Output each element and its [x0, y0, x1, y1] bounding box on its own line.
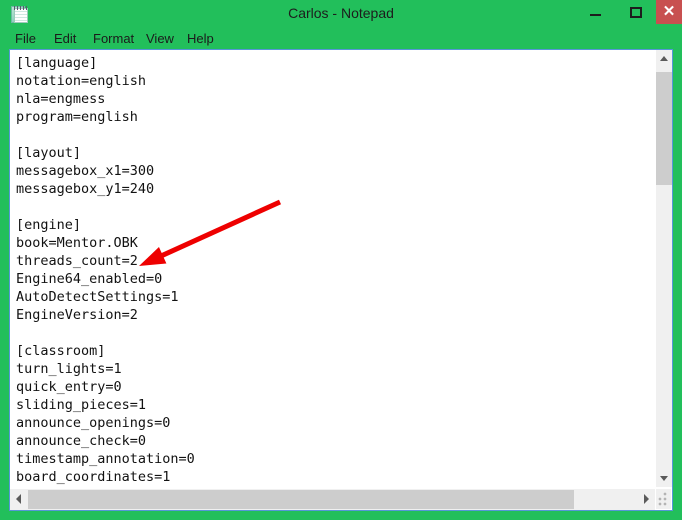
vertical-scroll-thumb[interactable]	[656, 72, 672, 185]
notepad-icon	[11, 4, 29, 23]
maximize-button[interactable]	[616, 0, 656, 24]
minimize-icon	[590, 14, 601, 16]
scroll-up-button[interactable]	[656, 50, 672, 67]
menu-item-edit[interactable]: Edit	[54, 28, 76, 49]
close-icon: ✕	[662, 3, 676, 20]
caret-down-icon	[660, 476, 668, 481]
caret-left-icon	[16, 494, 21, 504]
scroll-down-button[interactable]	[656, 470, 672, 487]
text-editor[interactable]: [language] notation=english nla=engmess …	[10, 50, 655, 487]
menu-item-file[interactable]: File	[15, 28, 36, 49]
notepad-window: Carlos - Notepad ✕ File Edit Format View…	[0, 0, 682, 520]
menu-item-view[interactable]: View	[146, 28, 174, 49]
client-area: [language] notation=english nla=engmess …	[9, 49, 673, 511]
horizontal-scroll-thumb[interactable]	[28, 490, 574, 509]
menu-bar: File Edit Format View Help	[9, 28, 673, 49]
menu-item-help[interactable]: Help	[187, 28, 214, 49]
editor-content[interactable]: [language] notation=english nla=engmess …	[16, 54, 195, 486]
minimize-button[interactable]	[574, 0, 616, 24]
resize-grip[interactable]	[656, 489, 671, 509]
caret-up-icon	[660, 56, 668, 61]
maximize-icon	[630, 7, 642, 18]
menu-item-format[interactable]: Format	[93, 28, 134, 49]
scroll-left-button[interactable]	[10, 489, 27, 510]
title-bar[interactable]: Carlos - Notepad ✕	[0, 0, 682, 26]
vertical-scrollbar[interactable]	[655, 50, 672, 487]
close-button[interactable]: ✕	[656, 0, 682, 24]
caret-right-icon	[644, 494, 649, 504]
scroll-right-button[interactable]	[638, 489, 655, 510]
horizontal-scrollbar[interactable]	[10, 488, 655, 510]
